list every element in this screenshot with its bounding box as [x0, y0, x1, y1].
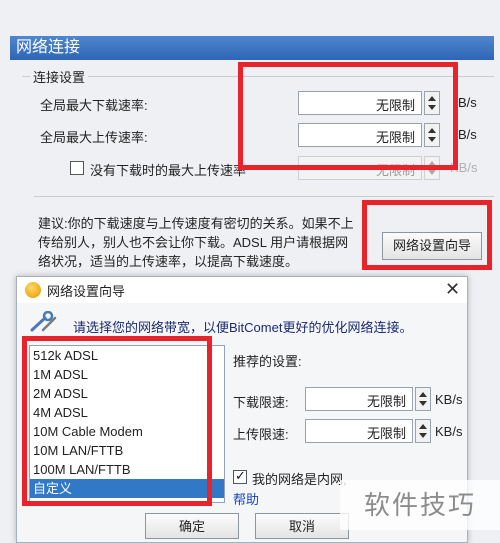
spin-down-icon[interactable]	[419, 401, 427, 406]
spin-up-icon[interactable]	[419, 392, 427, 397]
bandwidth-option-selected[interactable]: 自定义	[30, 479, 224, 498]
max-download-label: 全局最大下载速率:	[40, 98, 148, 113]
download-limit-label: 下载限速:	[233, 395, 289, 410]
upload-limit-label: 上传限速:	[233, 427, 289, 442]
section-header: 网络连接	[10, 36, 494, 60]
bandwidth-option[interactable]: 512k ADSL	[30, 346, 224, 365]
bandwidth-option[interactable]: 4M ADSL	[30, 403, 224, 422]
upload-limit-unit: KB/s	[435, 424, 463, 439]
bandwidth-option[interactable]: 2M ADSL	[30, 384, 224, 403]
bandwidth-option[interactable]: 1M ADSL	[30, 365, 224, 384]
spin-up-icon[interactable]	[419, 424, 427, 429]
no-download-checkbox[interactable]	[70, 161, 84, 175]
max-upload-label: 全局最大上传速率:	[40, 130, 148, 145]
bandwidth-option[interactable]: 10M LAN/FTTB	[30, 441, 224, 460]
max-download-spinner[interactable]	[424, 91, 440, 115]
bandwidth-prompt: 请选择您的网络带宽，以便BitComet更好的优化网络连接。	[73, 320, 413, 335]
watermark: 软件技巧	[340, 480, 500, 530]
no-download-label: 没有下载时的最大上传速率	[90, 163, 247, 178]
bandwidth-option[interactable]: 100M LAN/FTTB	[30, 460, 224, 479]
group-title: 连接设置	[30, 67, 89, 86]
ok-button[interactable]: 确定	[145, 513, 239, 539]
max-upload-input[interactable]: 无限制	[298, 123, 422, 147]
bandwidth-listbox[interactable]: 512k ADSL 1M ADSL 2M ADSL 4M ADSL 10M Ca…	[29, 345, 225, 503]
help-link[interactable]: 帮助	[233, 489, 259, 508]
bandwidth-option[interactable]: 10M Cable Modem	[30, 422, 224, 441]
max-download-input[interactable]: 无限制	[298, 91, 422, 115]
download-limit-spinner[interactable]	[415, 387, 431, 411]
close-icon[interactable]: ✕	[445, 279, 460, 300]
recommended-settings-label: 推荐的设置:	[233, 354, 302, 369]
upload-limit-spinner[interactable]	[415, 419, 431, 443]
no-download-upload-input[interactable]: 无限制	[298, 156, 422, 180]
divider	[34, 196, 494, 197]
bitcomet-app-icon	[25, 282, 41, 298]
no-download-spinner[interactable]	[424, 156, 440, 180]
cancel-button[interactable]: 取消	[255, 513, 349, 539]
lan-checkbox-label: 我的网络是内网,	[252, 472, 347, 487]
download-limit-input[interactable]: 无限制	[305, 387, 413, 411]
no-download-unit: KB/s	[450, 160, 478, 175]
spin-down-icon[interactable]	[419, 433, 427, 438]
wrench-screwdriver-icon	[30, 311, 57, 332]
spin-down-icon[interactable]	[428, 105, 436, 110]
upload-unit: B/s	[458, 127, 477, 142]
spin-down-icon[interactable]	[428, 137, 436, 142]
dialog-title: 网络设置向导	[47, 284, 126, 299]
upload-limit-input[interactable]: 无限制	[305, 419, 413, 443]
max-upload-spinner[interactable]	[424, 123, 440, 147]
network-wizard-button[interactable]: 网络设置向导	[382, 232, 482, 260]
spin-up-icon[interactable]	[428, 96, 436, 101]
spin-down-icon[interactable]	[428, 170, 436, 175]
download-unit: B/s	[458, 95, 477, 110]
spin-up-icon[interactable]	[428, 161, 436, 166]
spin-up-icon[interactable]	[428, 128, 436, 133]
lan-checkbox[interactable]	[233, 468, 247, 484]
download-limit-unit: KB/s	[435, 392, 463, 407]
advice-text: 建议:你的下载速度与上传速度有密切的关系。如果不上 传给别人，别人也不会让你下载…	[38, 216, 354, 269]
